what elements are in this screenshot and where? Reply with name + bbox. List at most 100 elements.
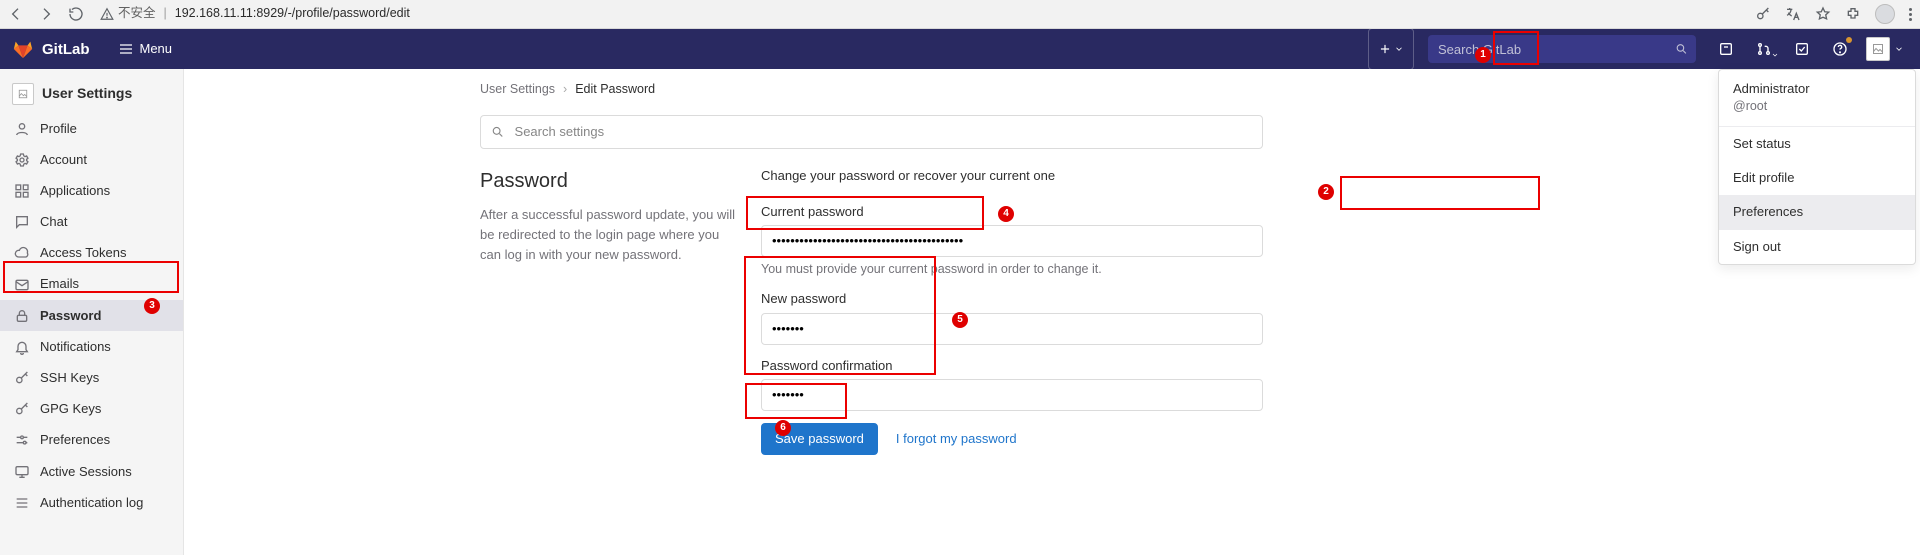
user-menu-preferences[interactable]: Preferences xyxy=(1719,195,1915,229)
key-icon xyxy=(14,401,30,417)
current-password-label: Current password xyxy=(761,203,1263,221)
lock-icon xyxy=(14,308,30,324)
back-button[interactable] xyxy=(8,6,24,22)
sidebar-item-label: Preferences xyxy=(40,431,110,449)
create-new-button[interactable] xyxy=(1368,28,1414,70)
user-menu-header: Administrator @root xyxy=(1719,70,1915,127)
sidebar-item-active-sessions[interactable]: Active Sessions xyxy=(0,456,183,487)
forward-button[interactable] xyxy=(38,6,54,22)
chat-icon xyxy=(14,214,30,230)
avatar xyxy=(12,83,34,105)
settings-search[interactable] xyxy=(480,115,1263,149)
sidebar-item-chat[interactable]: Chat xyxy=(0,207,183,238)
sidebar-title-text: User Settings xyxy=(42,84,132,104)
breadcrumb: User Settings › Edit Password xyxy=(480,81,1263,99)
chevron-down-icon xyxy=(1894,44,1904,54)
search-icon xyxy=(1675,42,1688,56)
address-bar[interactable]: 不安全 | 192.168.11.11:8929/-/profile/passw… xyxy=(100,5,1745,23)
sidebar-title: User Settings xyxy=(0,75,183,113)
sidebar-item-label: Notifications xyxy=(40,338,111,356)
menu-label: Menu xyxy=(140,40,173,58)
sidebar-item-label: Chat xyxy=(40,213,67,231)
brand-name: GitLab xyxy=(42,39,90,60)
list-icon xyxy=(14,495,30,511)
apps-icon xyxy=(14,183,30,199)
todos-icon[interactable] xyxy=(1786,33,1818,65)
reload-button[interactable] xyxy=(68,6,84,22)
save-password-button[interactable]: Save password xyxy=(761,423,878,455)
section-lead: Change your password or recover your cur… xyxy=(761,167,1263,185)
form-actions: Save password I forgot my password xyxy=(761,423,1263,455)
brand[interactable]: GitLab xyxy=(12,38,90,60)
sidebar-item-access-tokens[interactable]: Access Tokens xyxy=(0,238,183,269)
gear-icon xyxy=(14,152,30,168)
browser-nav xyxy=(8,6,84,22)
sidebar-item-label: Access Tokens xyxy=(40,244,126,262)
sidebar-item-applications[interactable]: Applications xyxy=(0,175,183,206)
monitor-icon xyxy=(14,464,30,480)
breadcrumb-current: Edit Password xyxy=(575,81,655,99)
sidebar-item-label: Password xyxy=(40,307,101,325)
chevron-down-icon xyxy=(1771,51,1779,59)
star-icon[interactable] xyxy=(1815,6,1831,22)
sidebar-item-preferences[interactable]: Preferences xyxy=(0,425,183,456)
plus-icon xyxy=(1378,42,1392,56)
sidebar-item-emails[interactable]: Emails xyxy=(0,269,183,300)
current-password-hint: You must provide your current password i… xyxy=(761,261,1263,279)
url-text: 192.168.11.11:8929/-/profile/password/ed… xyxy=(175,5,410,23)
breadcrumb-sep: › xyxy=(563,81,567,99)
chevron-down-icon xyxy=(1394,44,1404,54)
extensions-icon[interactable] xyxy=(1845,6,1861,22)
sidebar-item-label: Authentication log xyxy=(40,494,143,512)
browser-actions xyxy=(1755,4,1912,24)
section-heading: Password xyxy=(480,167,737,195)
new-password-label: New password xyxy=(761,290,1263,308)
sidebar-item-gpg-keys[interactable]: GPG Keys xyxy=(0,394,183,425)
sidebar-item-account[interactable]: Account xyxy=(0,144,183,175)
forgot-password-link[interactable]: I forgot my password xyxy=(896,430,1017,448)
translate-icon[interactable] xyxy=(1785,6,1801,22)
user-menu-sign-out[interactable]: Sign out xyxy=(1719,230,1915,264)
breadcrumb-root[interactable]: User Settings xyxy=(480,81,555,99)
browser-profile-avatar[interactable] xyxy=(1875,4,1895,24)
password-section: Password After a successful password upd… xyxy=(480,167,1263,455)
sidebar-item-label: Account xyxy=(40,151,87,169)
page-root: 不安全 | 192.168.11.11:8929/-/profile/passw… xyxy=(0,0,1920,555)
insecure-label: 不安全 xyxy=(118,5,156,23)
user-icon xyxy=(14,121,30,137)
new-password-input[interactable] xyxy=(761,313,1263,345)
current-password-input[interactable] xyxy=(761,225,1263,257)
issues-icon[interactable] xyxy=(1710,33,1742,65)
app-body: User Settings Profile Account Applicatio… xyxy=(0,69,1920,555)
help-icon[interactable] xyxy=(1824,33,1856,65)
main-content: User Settings › Edit Password Password A… xyxy=(184,69,1920,555)
sidebar-item-label: Profile xyxy=(40,120,77,138)
sidebar-item-profile[interactable]: Profile xyxy=(0,113,183,144)
menu-button[interactable]: Menu xyxy=(110,36,181,62)
merge-requests-icon[interactable] xyxy=(1748,33,1780,65)
sidebar: User Settings Profile Account Applicatio… xyxy=(0,69,184,555)
browser-menu-icon[interactable] xyxy=(1909,8,1912,21)
sidebar-item-ssh-keys[interactable]: SSH Keys xyxy=(0,363,183,394)
insecure-indicator: 不安全 xyxy=(100,5,156,23)
sidebar-item-password[interactable]: Password xyxy=(0,300,183,331)
field-confirm-password: Password confirmation xyxy=(761,357,1263,411)
global-search[interactable] xyxy=(1428,35,1696,63)
user-menu-edit-profile[interactable]: Edit profile xyxy=(1719,161,1915,195)
mail-icon xyxy=(14,277,30,293)
app-header: GitLab Menu xyxy=(0,29,1920,69)
bell-icon xyxy=(14,339,30,355)
key-icon[interactable] xyxy=(1755,6,1771,22)
user-menu-set-status[interactable]: Set status xyxy=(1719,127,1915,161)
global-search-input[interactable] xyxy=(1436,41,1675,58)
sidebar-item-label: Emails xyxy=(40,275,79,293)
user-menu-handle: @root xyxy=(1733,98,1901,116)
settings-search-input[interactable] xyxy=(513,123,1252,140)
confirm-password-input[interactable] xyxy=(761,379,1263,411)
key-icon xyxy=(14,370,30,386)
sliders-icon xyxy=(14,432,30,448)
user-menu-trigger[interactable] xyxy=(1862,35,1908,63)
section-intro: After a successful password update, you … xyxy=(480,205,737,265)
sidebar-item-auth-log[interactable]: Authentication log xyxy=(0,487,183,518)
sidebar-item-notifications[interactable]: Notifications xyxy=(0,331,183,362)
